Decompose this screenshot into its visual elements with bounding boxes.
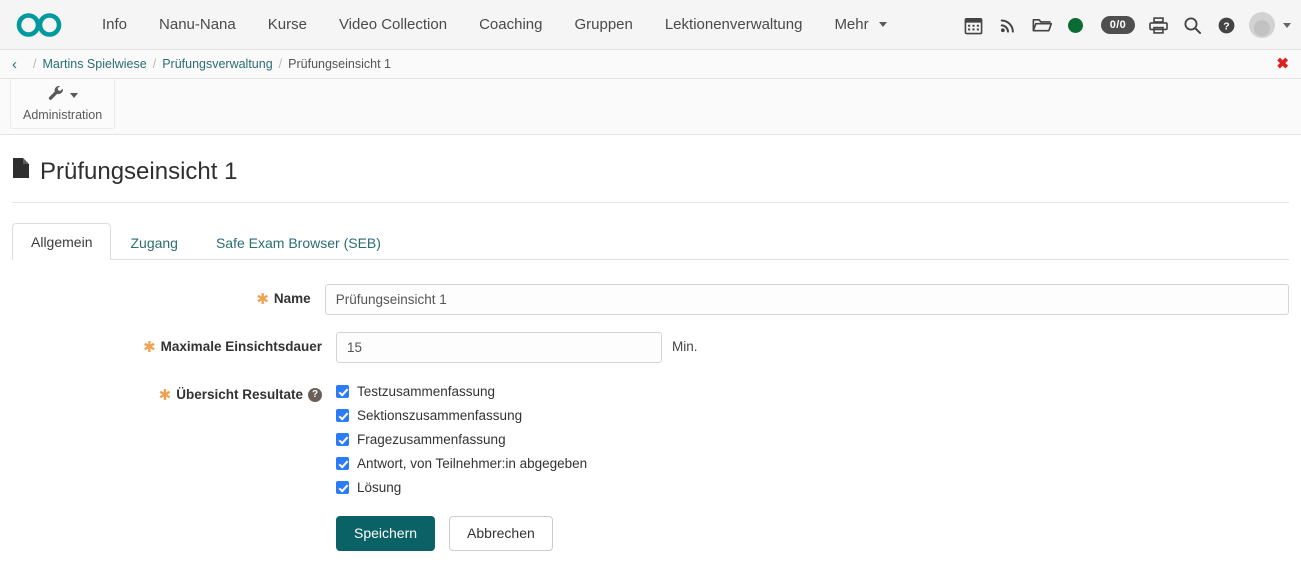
breadcrumb: ‹ / Martins Spielwiese / Prüfungsverwalt… <box>0 50 1301 79</box>
page-title-text: Prüfungseinsicht 1 <box>40 157 238 185</box>
nav-item-label: Nanu-Nana <box>159 15 236 33</box>
nav-item-kurse[interactable]: Kurse <box>252 0 323 50</box>
checkbox-sektionszusammenfassung[interactable] <box>336 409 349 422</box>
nav-item-video-collection[interactable]: Video Collection <box>323 0 463 50</box>
name-label: ✱ Name <box>12 284 325 308</box>
checkbox-row: Sektionszusammenfassung <box>336 408 587 423</box>
administration-label: Administration <box>23 108 103 122</box>
form-row-results-overview: ✱ Übersicht Resultate ? Testzusammenfass… <box>12 380 1289 552</box>
administration-icon-row <box>47 84 79 107</box>
main-nav: Info Nanu-Nana Kurse Video Collection Co… <box>86 0 903 50</box>
avatar[interactable] <box>1249 12 1275 38</box>
save-button[interactable]: Speichern <box>336 516 436 552</box>
duration-label-text: Maximale Einsichtsdauer <box>160 339 322 354</box>
form-row-duration: ✱ Maximale Einsichtsdauer Min. <box>12 332 1289 363</box>
duration-label: ✱ Maximale Einsichtsdauer <box>12 332 336 356</box>
chevron-down-icon[interactable] <box>1283 22 1291 28</box>
document-icon <box>12 157 30 186</box>
duration-unit: Min. <box>672 339 698 354</box>
status-dot <box>1068 17 1084 33</box>
wrench-icon <box>47 84 65 107</box>
printer-icon[interactable] <box>1141 0 1175 50</box>
status-dot-icon[interactable] <box>1059 0 1093 50</box>
cancel-button[interactable]: Abbrechen <box>449 516 553 552</box>
nav-item-label: Gruppen <box>574 15 633 33</box>
checkbox-row: Fragezusammenfassung <box>336 432 587 447</box>
breadcrumb-separator: / <box>152 57 157 71</box>
tab-zugang[interactable]: Zugang <box>111 224 196 260</box>
required-marker: ✱ <box>256 291 269 308</box>
search-icon[interactable] <box>1175 0 1209 50</box>
help-icon[interactable]: ? <box>308 387 322 402</box>
breadcrumb-separator: / <box>278 57 283 71</box>
tab-label: Safe Exam Browser (SEB) <box>215 235 381 251</box>
svg-text:?: ? <box>1223 21 1229 32</box>
results-overview-label-text: Übersicht Resultate <box>176 387 303 402</box>
top-navbar: Info Nanu-Nana Kurse Video Collection Co… <box>0 0 1301 50</box>
checkbox-label[interactable]: Testzusammenfassung <box>357 384 495 399</box>
breadcrumb-back-icon[interactable]: ‹ <box>12 57 17 72</box>
rss-icon[interactable] <box>991 0 1025 50</box>
tab-label: Zugang <box>130 235 178 251</box>
checkbox-row: Antwort, von Teilnehmer:in abgegeben <box>336 456 587 471</box>
page-title: Prüfungseinsicht 1 <box>12 135 1289 203</box>
name-input[interactable] <box>324 284 1289 315</box>
results-overview-label: ✱ Übersicht Resultate ? <box>12 380 336 404</box>
chevron-down-icon <box>878 22 887 28</box>
checkbox-testzusammenfassung[interactable] <box>336 385 349 398</box>
course-toolbar: Administration <box>0 79 1301 135</box>
checkbox-fragezusammenfassung[interactable] <box>336 433 349 446</box>
nav-item-label: Kurse <box>267 15 307 33</box>
required-marker: ✱ <box>143 339 156 356</box>
tab-safe-exam-browser[interactable]: Safe Exam Browser (SEB) <box>197 224 400 260</box>
tab-bar: Allgemein Zugang Safe Exam Browser (SEB) <box>12 223 1289 260</box>
nav-item-label: Lektionenverwaltung <box>664 15 803 33</box>
brand-logo[interactable] <box>14 10 66 40</box>
breadcrumb-separator: / <box>33 57 37 71</box>
nav-item-label: Info <box>102 15 128 33</box>
nav-item-label: Video Collection <box>338 15 448 33</box>
nav-item-lektionenverwaltung[interactable]: Lektionenverwaltung <box>649 0 819 50</box>
checkbox-row: Testzusammenfassung <box>336 384 587 399</box>
help-icon[interactable]: ? <box>1209 0 1243 50</box>
nav-item-label: Coaching <box>479 15 543 33</box>
calendar-icon[interactable] <box>957 0 991 50</box>
page-content: Prüfungseinsicht 1 Allgemein Zugang Safe… <box>0 135 1301 552</box>
nav-item-coaching[interactable]: Coaching <box>463 0 558 50</box>
administration-button[interactable]: Administration <box>10 79 116 129</box>
breadcrumb-item-pruefungsverwaltung[interactable]: Prüfungsverwaltung <box>162 57 272 71</box>
nav-item-nanu-nana[interactable]: Nanu-Nana <box>143 0 252 50</box>
nav-item-info[interactable]: Info <box>86 0 143 50</box>
duration-input[interactable] <box>336 332 662 363</box>
chevron-down-icon <box>70 92 79 98</box>
nav-item-label: Mehr <box>834 15 869 33</box>
infinity-logo-icon <box>14 10 66 40</box>
close-icon[interactable]: ✖ <box>1276 57 1289 72</box>
checkbox-antwort-abgegeben[interactable] <box>336 457 349 470</box>
results-overview-options: Testzusammenfassung Sektionszusammenfass… <box>336 380 587 552</box>
notification-badge[interactable]: 0/0 <box>1100 16 1135 34</box>
nav-item-gruppen[interactable]: Gruppen <box>558 0 648 50</box>
checkbox-loesung[interactable] <box>336 481 349 494</box>
breadcrumb-item-current: Prüfungseinsicht 1 <box>288 57 391 71</box>
folder-icon[interactable] <box>1025 0 1059 50</box>
settings-form: ✱ Name ✱ Maximale Einsichtsdauer Min. ✱ … <box>12 260 1289 552</box>
form-row-name: ✱ Name <box>12 284 1289 315</box>
breadcrumb-item-martins-spielwiese[interactable]: Martins Spielwiese <box>42 57 146 71</box>
name-label-text: Name <box>273 291 311 306</box>
checkbox-row: Lösung <box>336 480 587 495</box>
checkbox-label[interactable]: Antwort, von Teilnehmer:in abgegeben <box>357 456 587 471</box>
tab-allgemein[interactable]: Allgemein <box>12 223 112 260</box>
tab-label: Allgemein <box>31 234 93 250</box>
navbar-tools: 0/0 ? <box>957 0 1291 50</box>
checkbox-label[interactable]: Sektionszusammenfassung <box>357 408 522 423</box>
checkbox-label[interactable]: Lösung <box>357 480 401 495</box>
form-actions: Speichern Abbrechen <box>336 516 587 552</box>
nav-item-mehr[interactable]: Mehr <box>818 0 902 50</box>
required-marker: ✱ <box>158 387 172 404</box>
checkbox-label[interactable]: Fragezusammenfassung <box>357 432 506 447</box>
